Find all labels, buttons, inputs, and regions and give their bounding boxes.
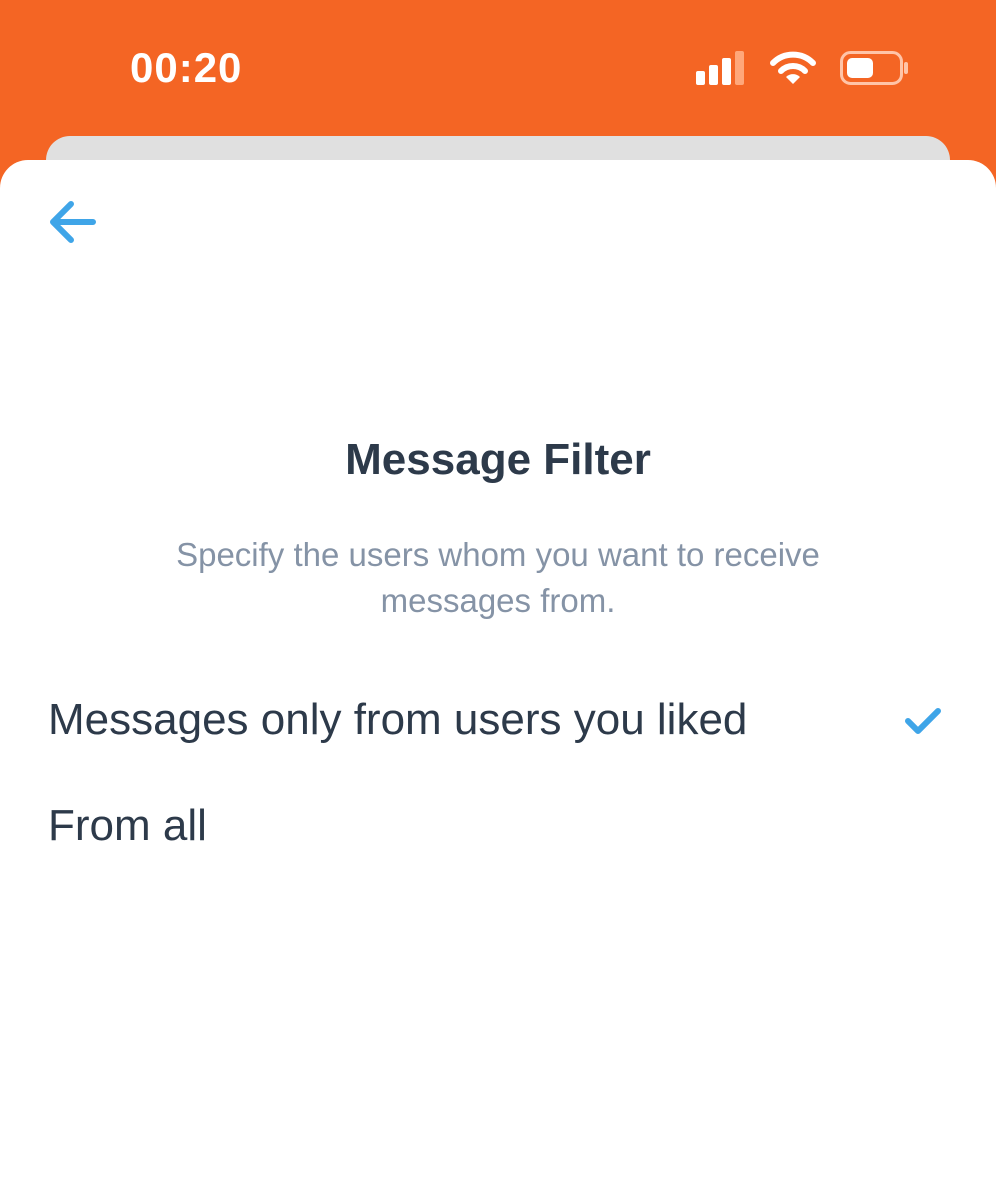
option-liked-users[interactable]: Messages only from users you liked bbox=[0, 676, 996, 766]
page-title: Message Filter bbox=[345, 435, 651, 484]
option-label: From all bbox=[48, 801, 207, 850]
option-from-all[interactable]: From all bbox=[0, 782, 996, 872]
option-label: Messages only from users you liked bbox=[48, 695, 748, 744]
arrow-left-icon bbox=[47, 199, 97, 250]
status-bar: 00:20 bbox=[0, 0, 996, 136]
checkmark-icon bbox=[904, 706, 942, 736]
status-time: 00:20 bbox=[130, 44, 243, 91]
page-description: Specify the users whom you want to recei… bbox=[176, 536, 820, 619]
message-filter-sheet: Message Filter Specify the users whom yo… bbox=[0, 160, 996, 1200]
wifi-icon bbox=[770, 51, 816, 85]
cellular-signal-icon bbox=[696, 51, 746, 85]
status-icons bbox=[696, 48, 910, 88]
battery-icon bbox=[840, 51, 910, 85]
back-button[interactable] bbox=[40, 194, 104, 254]
